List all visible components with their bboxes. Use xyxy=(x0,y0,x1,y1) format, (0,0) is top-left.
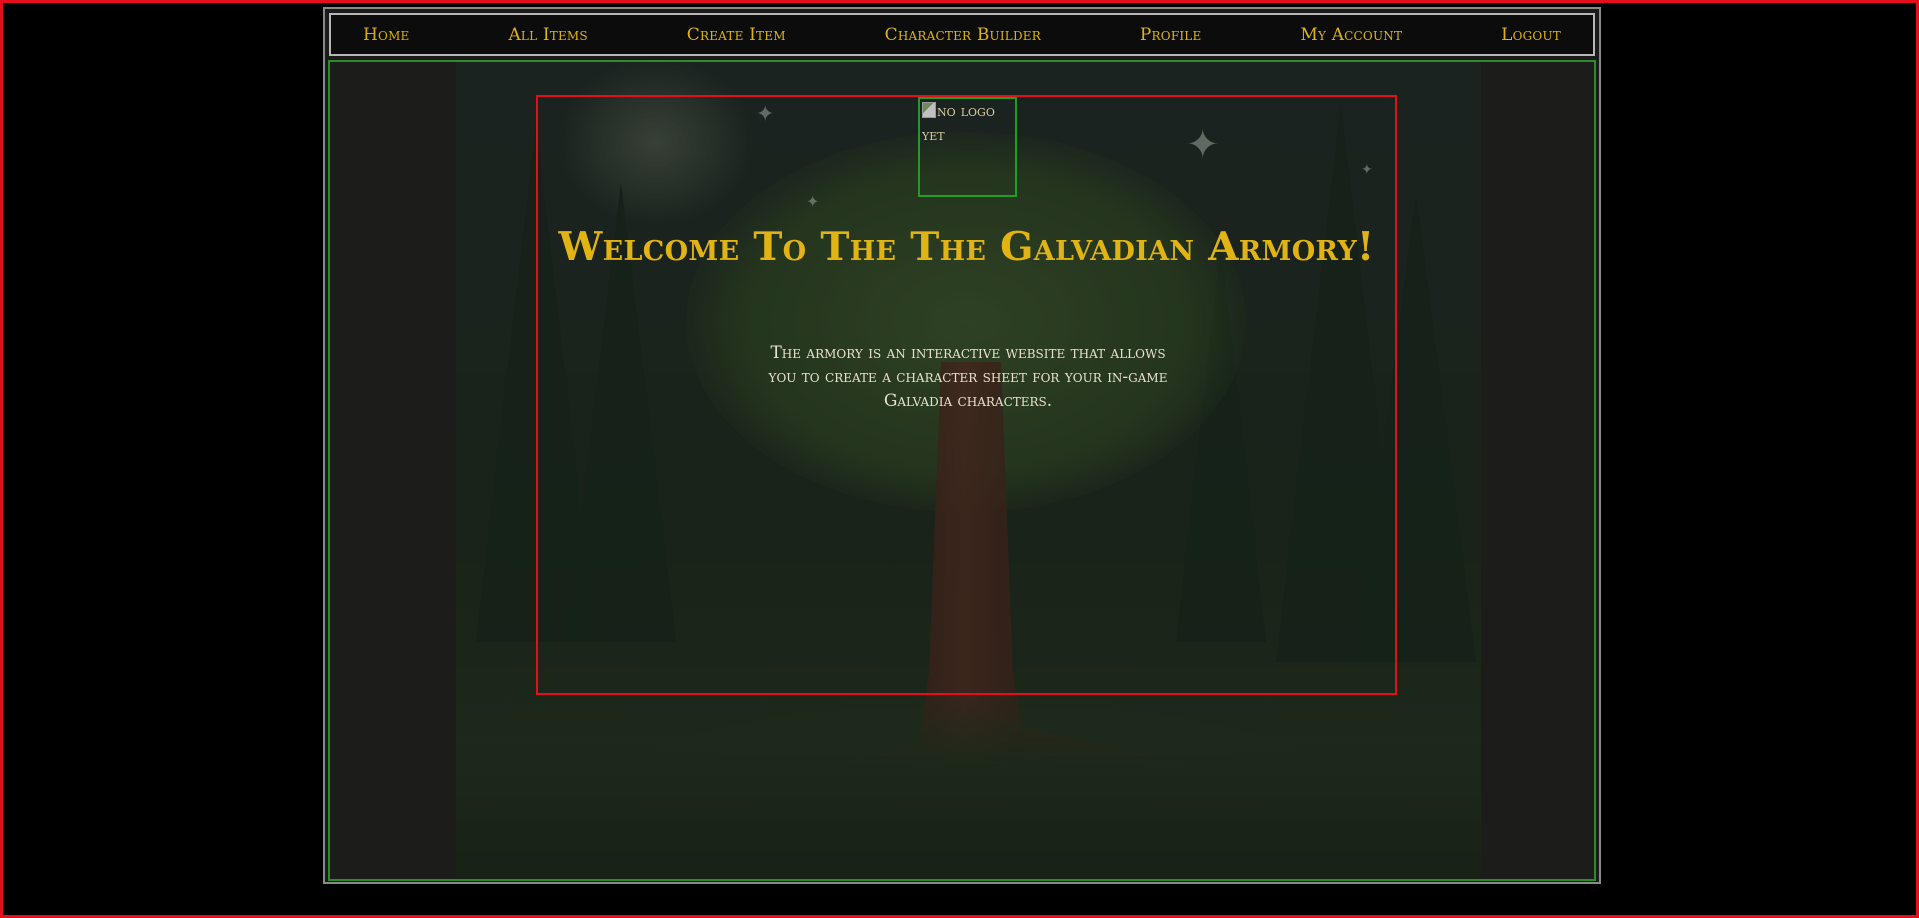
logo-image: no logo yet xyxy=(918,97,1017,197)
main-navbar: Home All Items Create Item Character Bui… xyxy=(329,13,1595,56)
nav-link-character-builder[interactable]: Character Builder xyxy=(885,25,1041,45)
page-title: Welcome To The The Galvadian Armory! xyxy=(558,224,1375,270)
nav-link-logout[interactable]: Logout xyxy=(1501,25,1561,45)
intro-paragraph: The armory is an interactive website tha… xyxy=(768,343,1168,411)
broken-image-icon xyxy=(922,102,936,118)
main-content: ✦ ✦ ✦ ✦ no logo yet Welcome To The The G… xyxy=(328,60,1596,881)
welcome-panel: no logo yet Welcome To The The Galvadian… xyxy=(536,95,1397,695)
nav-link-my-account[interactable]: My Account xyxy=(1300,25,1402,45)
browser-viewport: Home All Items Create Item Character Bui… xyxy=(0,0,1919,918)
nav-link-create-item[interactable]: Create Item xyxy=(687,25,786,45)
nav-link-profile[interactable]: Profile xyxy=(1140,25,1202,45)
nav-link-all-items[interactable]: All Items xyxy=(508,25,587,45)
page-frame: Home All Items Create Item Character Bui… xyxy=(323,7,1601,884)
nav-link-home[interactable]: Home xyxy=(363,25,410,45)
